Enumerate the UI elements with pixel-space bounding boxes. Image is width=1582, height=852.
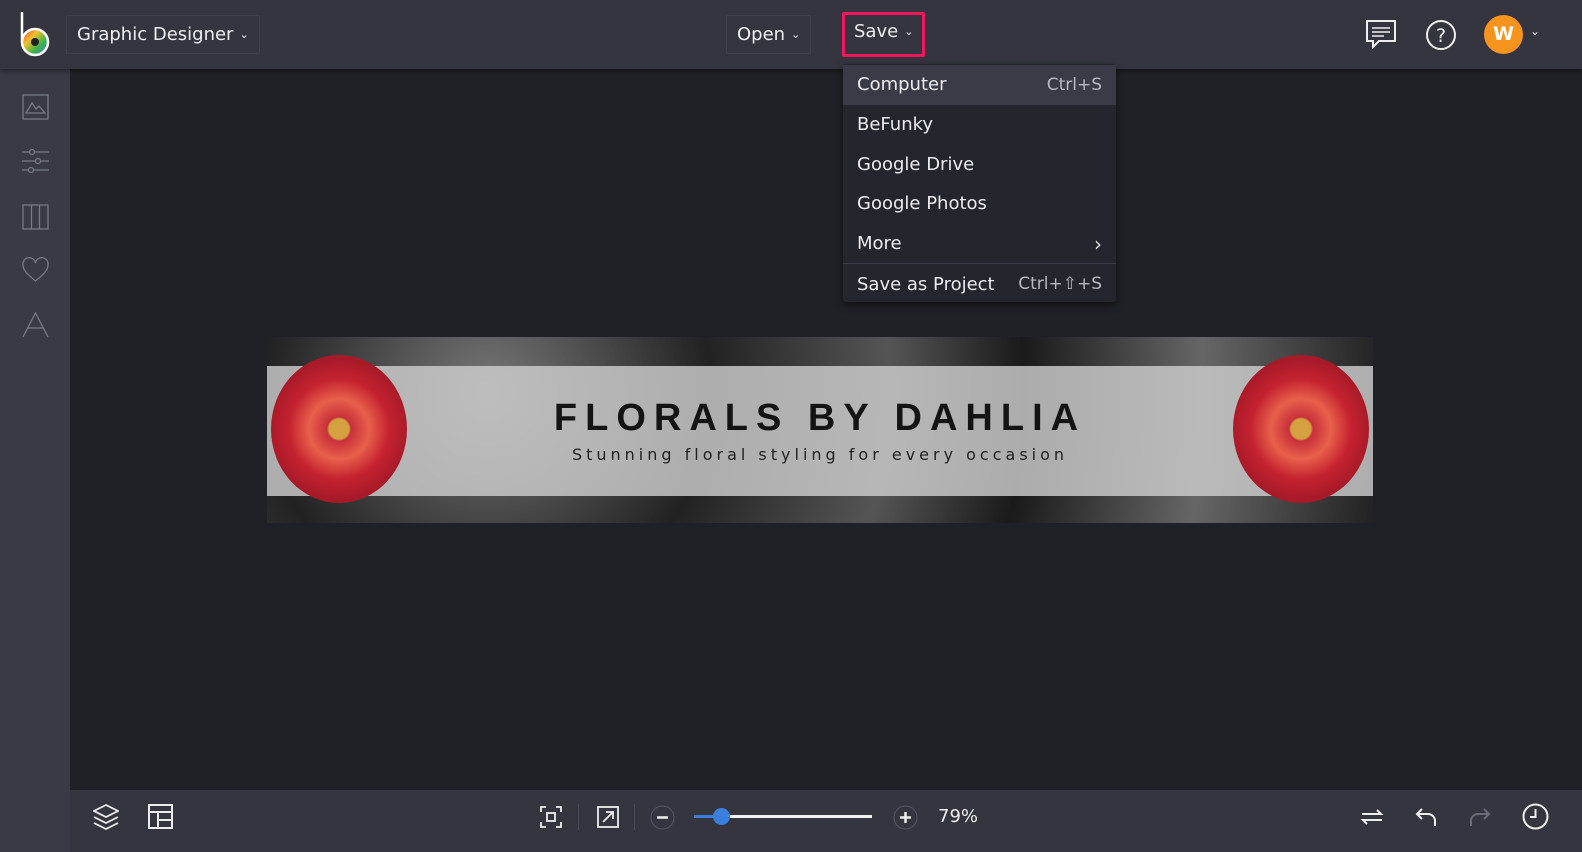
sidebar — [0, 69, 70, 852]
divider — [634, 804, 635, 830]
menu-item-google-drive[interactable]: Google Drive — [843, 144, 1116, 184]
menu-item-label: Google Photos — [857, 193, 987, 215]
chevron-down-icon: ⌄ — [239, 28, 249, 41]
save-button[interactable]: Save ⌄ — [842, 12, 926, 57]
layout-columns-icon[interactable] — [22, 204, 49, 230]
menu-item-befunky[interactable]: BeFunky — [843, 105, 1116, 145]
image-icon[interactable] — [22, 94, 49, 120]
menu-item-label: Computer — [857, 74, 947, 96]
zoom-in-button[interactable] — [893, 805, 918, 830]
layers-icon[interactable] — [93, 803, 119, 831]
redo-icon[interactable] — [1468, 805, 1492, 829]
design-banner[interactable]: FLORALS BY DAHLIA Stunning floral stylin… — [267, 337, 1373, 523]
chevron-down-icon: ⌄ — [791, 28, 801, 41]
banner-subtitle: Stunning floral styling for every occasi… — [571, 445, 1069, 464]
chat-icon[interactable] — [1365, 19, 1397, 49]
fit-to-screen-icon[interactable] — [540, 806, 562, 828]
zoom-level: 79% — [938, 806, 979, 827]
menu-item-google-photos[interactable]: Google Photos — [843, 184, 1116, 224]
undo-icon[interactable] — [1414, 805, 1438, 829]
chevron-right-icon: › — [1094, 231, 1102, 256]
template-layout-icon[interactable] — [148, 804, 173, 829]
befunky-logo[interactable] — [18, 12, 54, 58]
open-label: Open — [737, 24, 786, 45]
top-bar: Graphic Designer ⌄ Open ⌄ Save ⌄ ? W ⌄ — [0, 0, 1582, 69]
heart-icon[interactable] — [22, 257, 49, 283]
bottom-bar — [70, 790, 1582, 852]
divider — [578, 804, 579, 830]
help-icon[interactable]: ? — [1425, 19, 1457, 51]
save-label: Save — [854, 21, 899, 42]
avatar[interactable]: W — [1484, 15, 1523, 54]
menu-item-label: Save as Project — [857, 273, 995, 295]
chevron-down-icon: ⌄ — [904, 25, 914, 38]
svg-text:?: ? — [1436, 25, 1446, 47]
app-mode-label: Graphic Designer — [77, 24, 234, 45]
history-icon[interactable] — [1522, 803, 1549, 830]
open-button[interactable]: Open ⌄ — [726, 15, 812, 54]
menu-item-save-as-project[interactable]: Save as Project Ctrl+⇧+S — [843, 264, 1116, 304]
menu-item-label: More — [857, 233, 902, 255]
chevron-down-icon[interactable]: ⌄ — [1530, 24, 1540, 38]
banner-title: FLORALS BY DAHLIA — [553, 397, 1087, 439]
sliders-icon[interactable] — [22, 149, 49, 173]
save-menu: Computer Ctrl+S BeFunky Google Drive Goog… — [843, 64, 1116, 302]
menu-item-label: Google Drive — [857, 153, 975, 175]
actual-size-icon[interactable] — [597, 806, 619, 828]
zoom-slider-handle[interactable] — [712, 808, 730, 825]
shortcut-label: Ctrl+⇧+S — [1018, 274, 1102, 295]
shortcut-label: Ctrl+S — [1046, 74, 1102, 95]
flip-icon[interactable] — [1360, 805, 1384, 829]
menu-item-label: BeFunky — [857, 114, 934, 136]
app-mode-dropdown[interactable]: Graphic Designer ⌄ — [66, 15, 260, 54]
zoom-out-button[interactable] — [650, 805, 675, 830]
menu-item-computer[interactable]: Computer Ctrl+S — [843, 65, 1116, 105]
text-icon[interactable] — [22, 312, 49, 338]
menu-item-more[interactable]: More › — [843, 224, 1116, 264]
